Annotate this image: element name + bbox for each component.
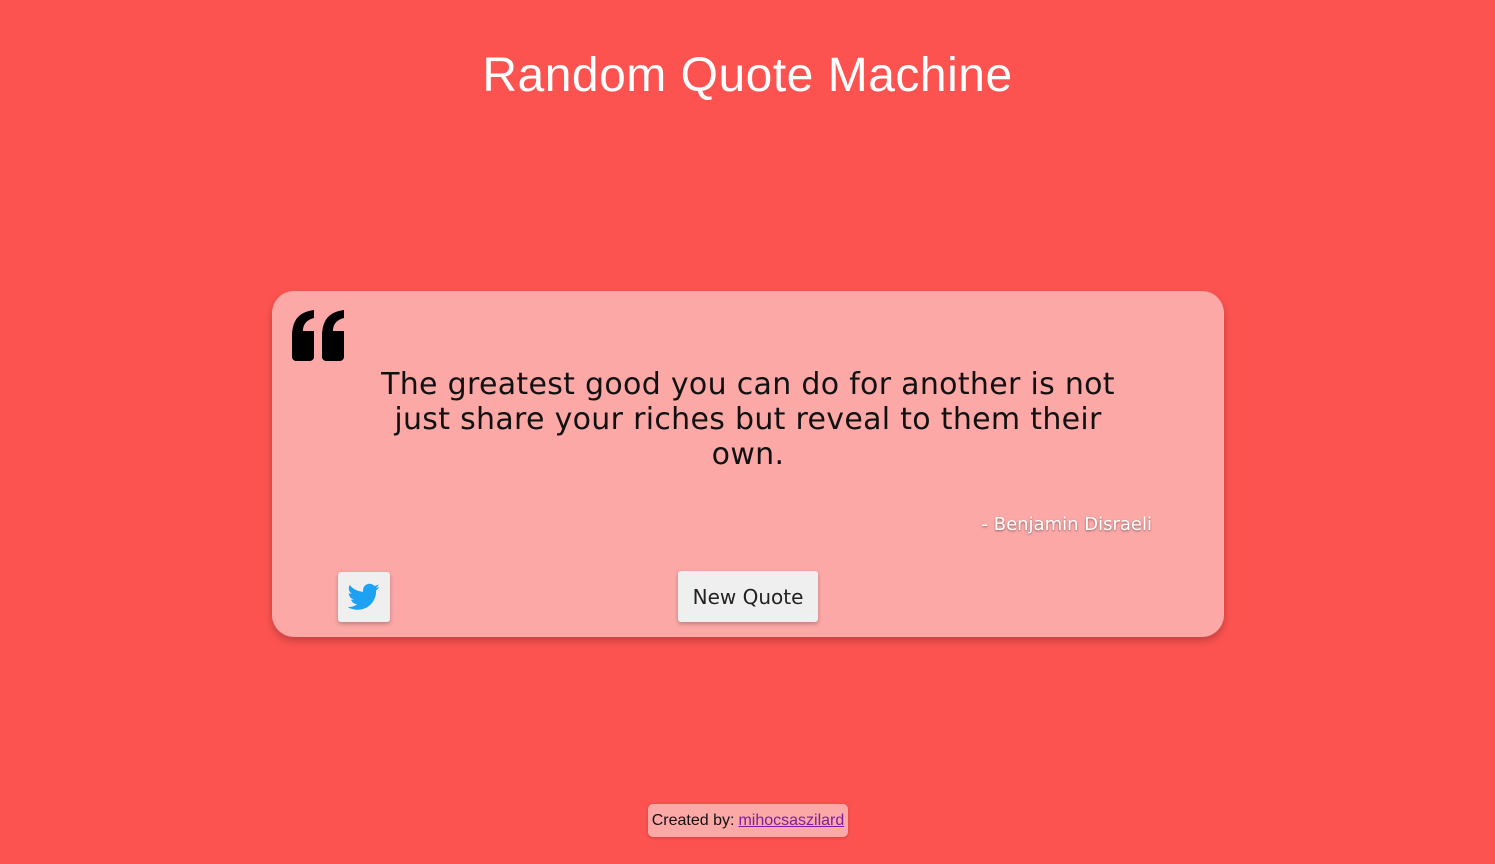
- author-link[interactable]: mihocsaszilard: [738, 812, 844, 830]
- quote-box: The greatest good you can do for another…: [272, 291, 1224, 637]
- new-quote-button[interactable]: New Quote: [678, 571, 818, 622]
- footer-prefix: Created by:: [651, 811, 735, 829]
- tweet-quote-button[interactable]: [338, 572, 390, 622]
- footer-credit: Created by: mihocsaszilard: [648, 804, 848, 837]
- twitter-icon: [348, 583, 380, 610]
- quote-left-icon: [292, 310, 344, 361]
- page-title: Random Quote Machine: [482, 49, 1013, 102]
- quote-author: - Benjamin Disraeli: [981, 514, 1153, 535]
- quote-text: The greatest good you can do for another…: [381, 367, 1115, 472]
